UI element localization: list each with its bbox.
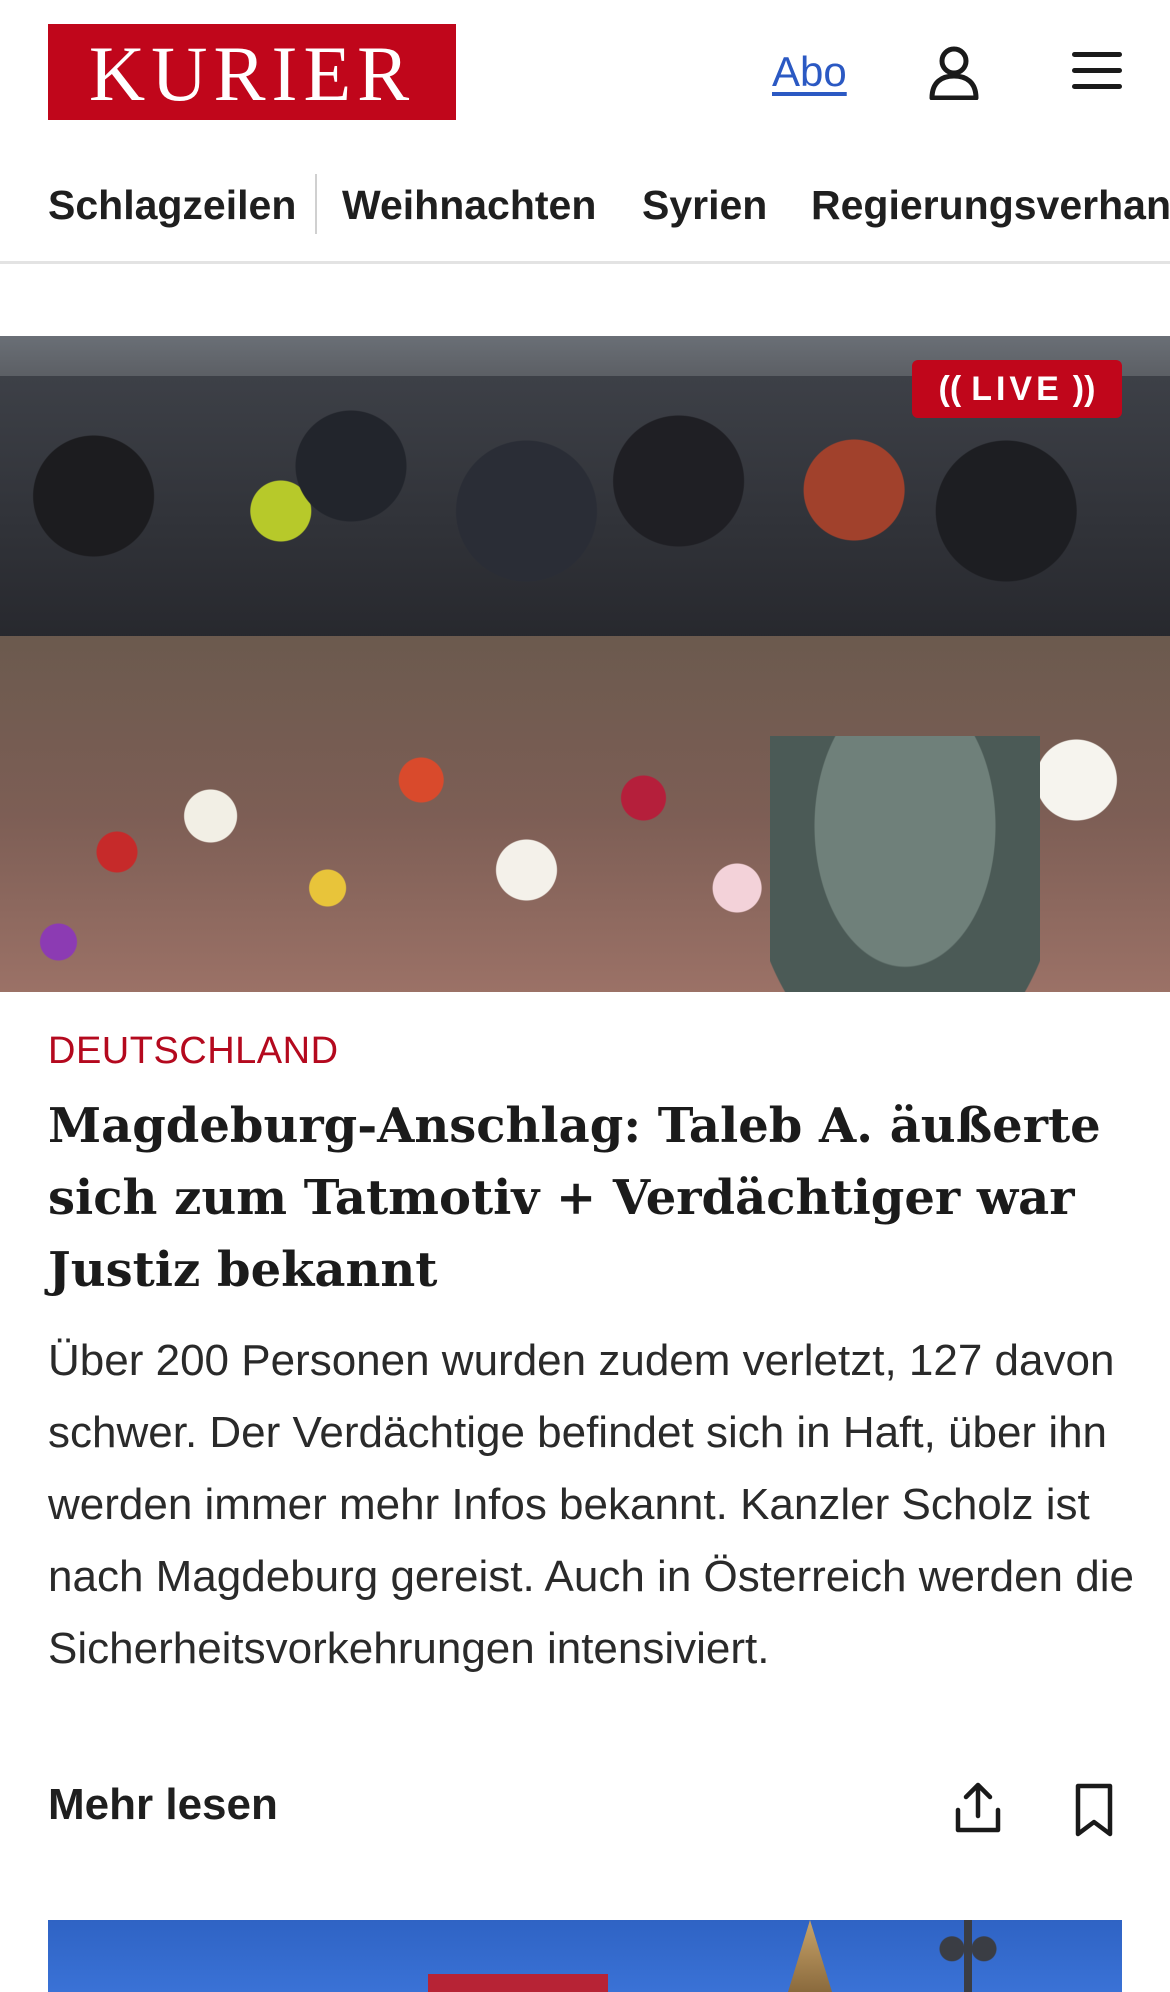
- read-more-link[interactable]: Mehr lesen: [48, 1780, 278, 1830]
- next-image-roof-graphic: [428, 1974, 608, 1992]
- user-icon[interactable]: [928, 44, 980, 100]
- hero-crowd-graphic: [0, 376, 1170, 676]
- article-hero-image[interactable]: (( LIVE )): [0, 336, 1170, 992]
- bookmark-icon[interactable]: [1070, 1782, 1118, 1838]
- nav-divider: [315, 174, 317, 234]
- nav-item-syrien[interactable]: Syrien: [642, 182, 767, 229]
- abo-link[interactable]: Abo: [772, 48, 847, 96]
- site-header: KURIER Abo: [0, 0, 1170, 145]
- live-label: LIVE: [971, 369, 1063, 408]
- share-icon[interactable]: [950, 1780, 1006, 1836]
- hero-statue-graphic: [770, 736, 1040, 992]
- live-badge: (( LIVE )): [912, 360, 1122, 418]
- live-signal-right-icon: )): [1072, 369, 1096, 408]
- live-signal-left-icon: ((: [938, 369, 962, 408]
- logo-text: KURIER: [88, 30, 416, 117]
- nav-item-regierungsverhandlungen[interactable]: Regierungsverhand: [811, 182, 1170, 229]
- next-image-spire-graphic: [788, 1920, 832, 1992]
- kurier-logo[interactable]: KURIER: [48, 24, 456, 120]
- nav-item-schlagzeilen[interactable]: Schlagzeilen: [48, 182, 296, 229]
- topic-nav: Schlagzeilen Weihnachten Syrien Regierun…: [0, 160, 1170, 264]
- article-headline[interactable]: Magdeburg-Anschlag: Taleb A. äußerte sic…: [48, 1090, 1128, 1306]
- nav-item-weihnachten[interactable]: Weihnachten: [342, 182, 596, 229]
- article-category[interactable]: DEUTSCHLAND: [48, 1030, 339, 1073]
- article-lead: Über 200 Personen wurden zudem verletzt,…: [48, 1336, 1134, 1673]
- next-image-lamp-graphic: [928, 1920, 1008, 1992]
- next-article-image[interactable]: [48, 1920, 1122, 1992]
- hamburger-menu-icon[interactable]: [1070, 48, 1124, 94]
